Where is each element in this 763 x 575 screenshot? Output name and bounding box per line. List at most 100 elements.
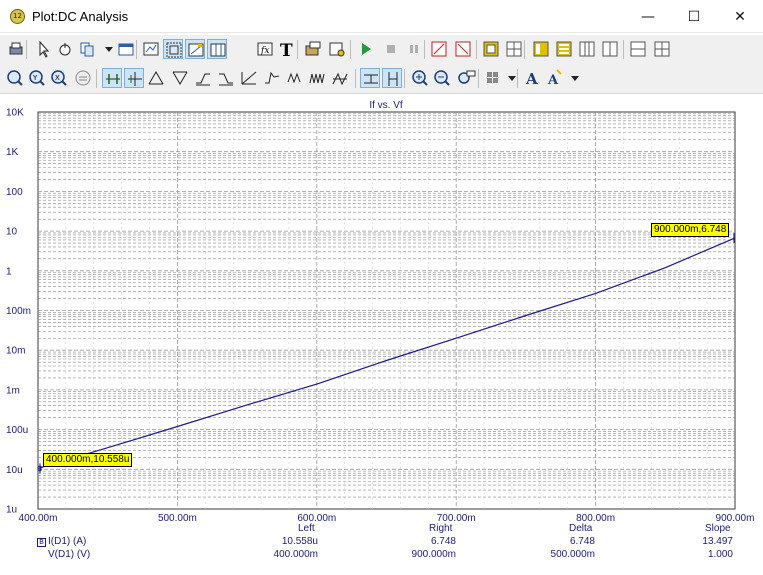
pointer-icon[interactable] [33, 39, 53, 59]
frame-icon[interactable] [481, 39, 501, 59]
y-tick-label: 100m [6, 306, 31, 317]
svg-text:X: X [55, 74, 60, 82]
close-button[interactable]: ✕ [717, 0, 763, 33]
cell-value: 13.497 [702, 536, 733, 547]
cell-value: 400.000m [273, 549, 318, 560]
cursor-xy-icon[interactable] [124, 68, 144, 88]
font-style-icon[interactable]: A [545, 68, 565, 88]
zoom-value-icon[interactable] [456, 68, 476, 88]
zoom-window-icon[interactable] [163, 39, 183, 59]
layout-2-icon[interactable] [554, 39, 574, 59]
minimize-button[interactable]: — [625, 0, 671, 33]
toolbar-separator [96, 69, 97, 88]
slope-icon[interactable] [239, 68, 259, 88]
toolbar-separator [26, 40, 27, 59]
y-tick-label: 1u [6, 505, 17, 516]
vertical-cursor-icon[interactable] [382, 68, 402, 88]
cell-value: 6.748 [430, 536, 456, 547]
text-icon[interactable]: T [277, 39, 297, 59]
toolbar-separator [476, 40, 477, 59]
analysis-toolbar: Y X AA [0, 64, 763, 94]
zoom-in-icon[interactable] [410, 68, 430, 88]
marker-icon[interactable] [185, 39, 205, 59]
zoom-reset-icon[interactable] [73, 68, 93, 88]
pulse-icon[interactable] [307, 68, 327, 88]
cell-value: 1.000 [707, 549, 733, 560]
toolbar-separator [424, 40, 425, 59]
dropdown-arrow-icon[interactable] [502, 68, 516, 88]
grid-small-icon[interactable] [504, 39, 524, 59]
svg-text:T: T [280, 41, 293, 59]
print-icon[interactable] [6, 39, 26, 59]
x-tick-label: 500.00m [158, 513, 197, 524]
col-header-right: Right [429, 523, 453, 534]
split-grid-icon[interactable] [652, 39, 672, 59]
layout-3-icon[interactable] [577, 39, 597, 59]
toolbar-separator [524, 40, 525, 59]
fall-icon[interactable] [216, 68, 236, 88]
color-grid-icon[interactable] [484, 68, 504, 88]
rise-icon[interactable] [193, 68, 213, 88]
toolbar-separator [355, 69, 356, 88]
split-h-icon[interactable] [628, 39, 648, 59]
cell-value: 10.558u [281, 536, 318, 547]
overshoot-icon[interactable] [262, 68, 282, 88]
col-header-left: Left [298, 523, 315, 534]
dropdown-arrow-icon[interactable] [565, 68, 579, 88]
horizontal-cursor-icon[interactable] [360, 68, 380, 88]
y-tick-label: 1m [6, 385, 20, 396]
period-icon[interactable] [285, 68, 305, 88]
svg-text:A: A [525, 70, 538, 88]
pause-icon[interactable] [404, 39, 424, 59]
toolbar-separator [404, 69, 405, 88]
y-tick-label: 1K [6, 147, 19, 158]
zoom-prev-icon[interactable]: X [49, 68, 69, 88]
function-icon[interactable]: fx [255, 39, 275, 59]
valley-icon[interactable] [170, 68, 190, 88]
cursor-icon[interactable] [207, 39, 227, 59]
col-header-delta: Delta [569, 523, 593, 534]
zoom-fit-icon[interactable] [5, 68, 25, 88]
y-tick-label: 10 [6, 227, 18, 238]
title-bar: 12 Plot:DC Analysis — ☐ ✕ [0, 0, 763, 33]
copy-icon[interactable] [77, 39, 97, 59]
legend-symbol[interactable]: B [37, 538, 46, 547]
zoom-out-icon[interactable] [432, 68, 452, 88]
toolbar-separator [297, 40, 298, 59]
cell-value: 900.000m [411, 549, 456, 560]
export-icon[interactable] [303, 39, 323, 59]
zoom-in-plot-icon[interactable] [429, 39, 449, 59]
layout-1-icon[interactable] [531, 39, 551, 59]
svg-text:A: A [547, 73, 559, 88]
run-icon[interactable] [356, 39, 376, 59]
window-title: Plot:DC Analysis [32, 9, 129, 24]
plot-chart[interactable]: 1u 10u 100u 1m 10m 100m 1 10 100 1K 10K 400.00m 500.… [0, 95, 763, 575]
x-tick-label: 400.00m [19, 513, 58, 524]
dropdown-arrow-icon[interactable] [99, 39, 113, 59]
y-tick-label: 10u [6, 465, 23, 476]
right-marker-label: 900.000m,6.748 [651, 223, 730, 237]
y-tick-label: 100 [6, 187, 23, 198]
ramp-icon[interactable] [330, 68, 350, 88]
window-icon[interactable] [116, 39, 136, 59]
row-label: V(D1) (V) [48, 549, 91, 560]
stop-icon[interactable] [381, 39, 401, 59]
toolbar-separator [478, 69, 479, 88]
app-icon: 12 [10, 9, 25, 24]
zoom-extents-icon[interactable] [141, 39, 161, 59]
layout-4-icon[interactable] [600, 39, 620, 59]
zoom-out-plot-icon[interactable] [453, 39, 473, 59]
chart-title: If vs. Vf [369, 100, 403, 111]
hand-pan-icon[interactable] [55, 39, 75, 59]
settings-icon[interactable] [327, 39, 347, 59]
maximize-button[interactable]: ☐ [671, 0, 717, 33]
left-marker-label: 400.000m,10.558u [43, 453, 133, 467]
y-tick-label: 10m [6, 346, 25, 357]
font-icon[interactable]: A [523, 68, 543, 88]
cursor-x-icon[interactable] [102, 68, 122, 88]
toolbar-separator [623, 40, 624, 59]
zoom-all-icon[interactable]: Y [27, 68, 47, 88]
peak-icon[interactable] [146, 68, 166, 88]
svg-text:Y: Y [32, 74, 38, 82]
y-tick-label: 10K [6, 108, 24, 119]
